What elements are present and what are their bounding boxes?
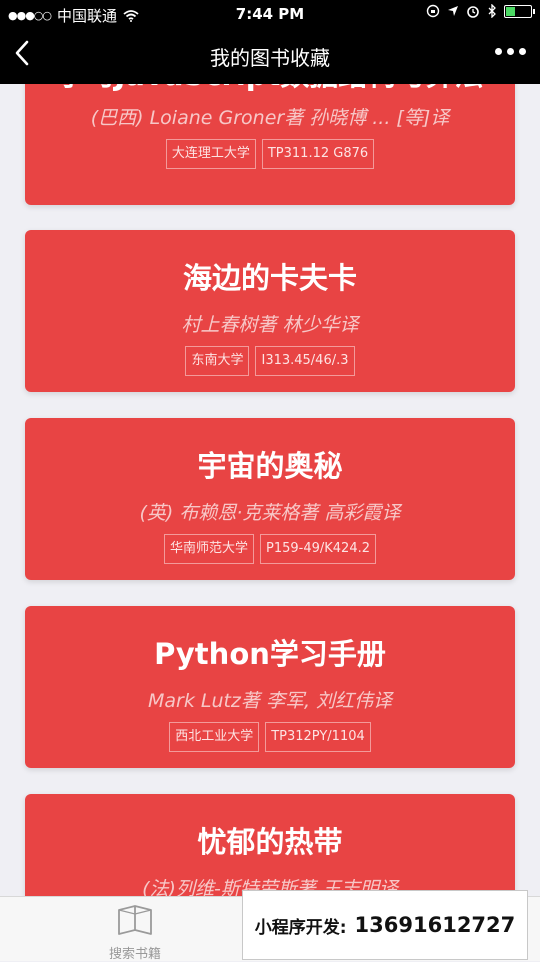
book-list[interactable]: 学习JavaScript数据结构与算法 (巴西) Loiane Groner著 … [0,84,540,896]
library-tag: 东南大学 [185,346,250,376]
book-author: Mark Lutz著 李军, 刘红伟译 [147,690,393,712]
book-icon [118,905,152,935]
library-tag: 西北工业大学 [169,722,260,752]
book-title: Python学习手册 [154,637,386,671]
call-number-tag: TP312PY/1104 [265,722,371,752]
alarm-icon [467,6,479,18]
book-author: 村上春树著 林少华译 [181,314,359,336]
page-title: 我的图书收藏 [210,46,330,70]
library-tag: 大连理工大学 [165,139,256,169]
book-title: 忧郁的热带 [197,825,343,859]
book-card[interactable]: 学习JavaScript数据结构与算法 (巴西) Loiane Groner著 … [25,84,515,205]
book-card[interactable]: 宇宙的奥秘 (英) 布赖恩·克莱格著 高彩霞译 华南师范大学 P159-49/K… [25,418,515,580]
bluetooth-icon [488,4,496,18]
book-title: 学习JavaScript数据结构与算法 [25,84,515,94]
nav-bar: 我的图书收藏 [0,28,540,84]
book-author: (巴西) Loiane Groner著 孙晓博 ... [等]译 [90,107,450,129]
call-number-tag: TP311.12 G876 [261,139,375,169]
status-bar: ●●●○○ 中国联通 7:44 PM [0,0,540,28]
orientation-lock-icon [426,4,440,18]
promo-phone: 13691612727 [354,913,516,937]
tab-search-books[interactable]: 搜索书籍 [70,903,200,962]
battery-icon [504,4,535,18]
more-menu-button[interactable] [495,48,526,55]
book-tags: 华南师范大学 P159-49/K424.2 [25,534,515,564]
book-tags: 东南大学 I313.45/46/.3 [25,346,515,376]
book-card[interactable]: 海边的卡夫卡 村上春树著 林少华译 东南大学 I313.45/46/.3 [25,230,515,392]
book-card[interactable]: 忧郁的热带 (法)列维-斯特劳斯著 王志明译 [25,794,515,896]
tab-search-label: 搜索书籍 [108,947,161,962]
book-author: (英) 布赖恩·克莱格著 高彩霞译 [139,502,401,524]
book-title: 海边的卡夫卡 [182,261,357,295]
call-number-tag: P159-49/K424.2 [260,534,377,564]
library-tag: 华南师范大学 [163,534,254,564]
promo-banner: 小程序开发: 13691612727 [242,890,528,960]
book-tags: 西北工业大学 TP312PY/1104 [25,722,515,752]
location-icon [448,6,458,16]
promo-label: 小程序开发: [254,917,347,938]
book-title: 宇宙的奥秘 [197,449,343,483]
more-dots-icon [495,48,502,55]
book-tags: 大连理工大学 TP311.12 G876 [25,139,515,169]
book-card[interactable]: Python学习手册 Mark Lutz著 李军, 刘红伟译 西北工业大学 TP… [25,606,515,768]
call-number-tag: I313.45/46/.3 [255,346,355,376]
